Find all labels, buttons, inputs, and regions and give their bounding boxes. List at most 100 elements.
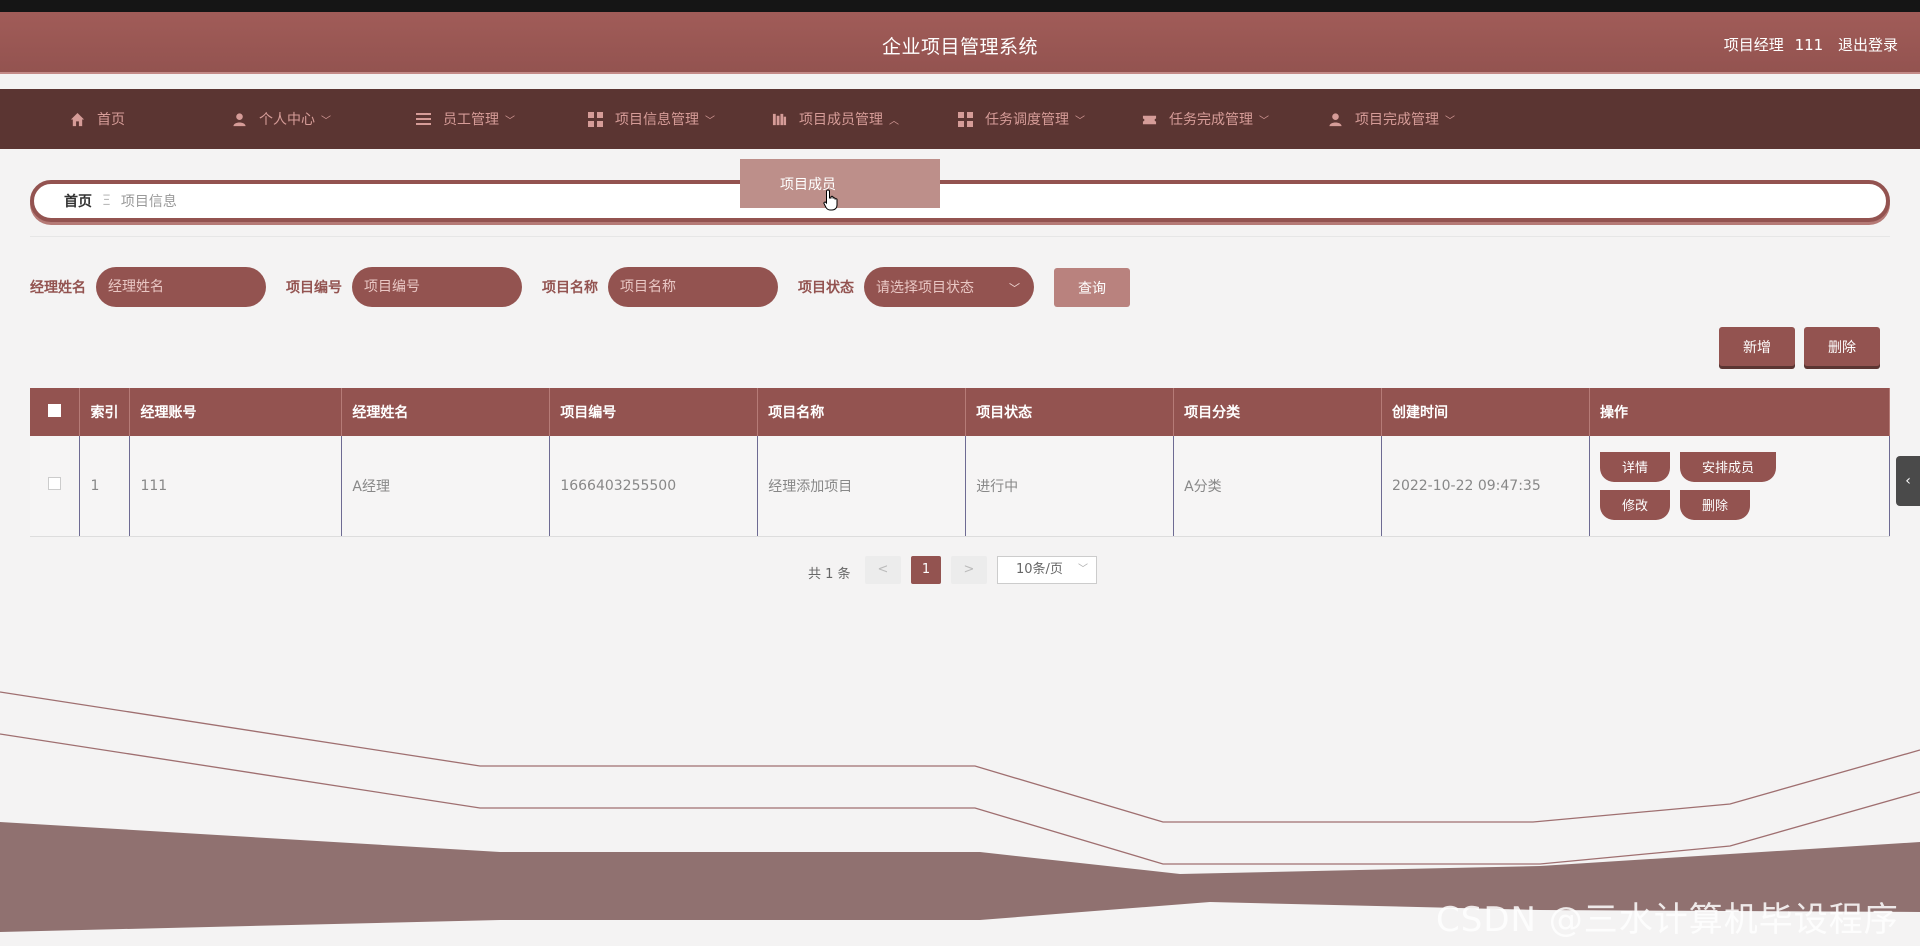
cell-project-no: 1666403255500 bbox=[549, 436, 759, 537]
chevron-down-icon: ﹀ bbox=[1009, 282, 1020, 295]
search-project-no: 项目编号 bbox=[286, 267, 522, 307]
manager-name-input[interactable] bbox=[96, 267, 266, 307]
ticket-icon bbox=[1142, 115, 1157, 124]
project-name-input[interactable] bbox=[608, 267, 778, 307]
arrange-members-button[interactable]: 安排成员 bbox=[1679, 451, 1776, 482]
nav-item-task-complete[interactable]: 任务完成管理 ﹀ bbox=[1142, 89, 1269, 149]
nav-label: 项目信息管理 bbox=[615, 112, 699, 128]
total-count: 共 1 条 bbox=[808, 567, 851, 582]
nav-label: 项目完成管理 bbox=[1355, 112, 1439, 128]
nav-item-task-dispatch[interactable]: 任务调度管理 ﹀ bbox=[958, 89, 1085, 149]
delete-button[interactable]: 删除 bbox=[1804, 327, 1880, 366]
nav-item-home[interactable]: 首页 bbox=[70, 89, 125, 149]
nav-item-project-members[interactable]: 项目成员管理 ︿ bbox=[772, 89, 899, 149]
query-button[interactable]: 查询 bbox=[1054, 268, 1130, 307]
page-size-select[interactable]: 10条/页 ﹀ bbox=[997, 556, 1097, 584]
col-manager-account: 经理账号 bbox=[129, 388, 343, 436]
nav-item-project-info[interactable]: 项目信息管理 ﹀ bbox=[588, 89, 715, 149]
edit-button[interactable]: 修改 bbox=[1599, 489, 1670, 520]
user-role: 项目经理 bbox=[1723, 36, 1784, 54]
col-ops: 操作 bbox=[1589, 388, 1891, 436]
breadcrumb: 首页 Ξ 项目信息 bbox=[30, 180, 1890, 222]
nav-label: 项目成员管理 bbox=[799, 112, 883, 128]
page-1-button[interactable]: 1 bbox=[911, 556, 941, 584]
user-icon bbox=[1329, 112, 1342, 126]
user-area: 项目经理 111 退出登录 bbox=[1714, 34, 1898, 55]
nav-item-personal[interactable]: 个人中心 ﹀ bbox=[232, 89, 331, 149]
prev-page-button[interactable]: < bbox=[865, 556, 901, 584]
cell-index: 1 bbox=[79, 436, 131, 537]
cell-created: 2022-10-22 09:47:35 bbox=[1381, 436, 1590, 537]
col-status: 项目状态 bbox=[965, 388, 1175, 436]
row-delete-button[interactable]: 删除 bbox=[1679, 489, 1750, 520]
row-actions: 详情 安排成员 修改 删除 bbox=[1599, 451, 1800, 520]
cell-status: 进行中 bbox=[965, 436, 1175, 537]
nav-item-staff[interactable]: 员工管理 ﹀ bbox=[416, 89, 515, 149]
hand-cursor-icon bbox=[823, 189, 838, 211]
search-project-name: 项目名称 bbox=[542, 267, 778, 307]
logout-link[interactable]: 退出登录 bbox=[1838, 36, 1898, 54]
project-name-label: 项目名称 bbox=[542, 280, 598, 296]
col-index: 索引 bbox=[79, 388, 131, 436]
nav-item-project-complete[interactable]: 项目完成管理 ﹀ bbox=[1328, 89, 1455, 149]
project-no-input[interactable] bbox=[352, 267, 522, 307]
chevron-down-icon: ﹀ bbox=[1445, 115, 1455, 127]
app-header: 企业项目管理系统 项目经理 111 退出登录 bbox=[0, 12, 1920, 74]
chevron-left-icon: ‹ bbox=[1905, 473, 1911, 489]
grid-icon bbox=[958, 111, 973, 127]
table-row: 1 111 A经理 1666403255500 经理添加项目 进行中 A分类 2… bbox=[30, 436, 1891, 537]
page-size-value: 10条/页 bbox=[1016, 562, 1063, 577]
search-manager-name: 经理姓名 bbox=[30, 267, 266, 307]
manager-name-label: 经理姓名 bbox=[30, 280, 86, 296]
col-category: 项目分类 bbox=[1173, 388, 1383, 436]
col-created: 创建时间 bbox=[1381, 388, 1590, 436]
cell-manager-name: A经理 bbox=[341, 436, 551, 537]
breadcrumb-home[interactable]: 首页 bbox=[64, 191, 92, 211]
cell-project-name: 经理添加项目 bbox=[757, 436, 967, 537]
detail-button[interactable]: 详情 bbox=[1599, 451, 1670, 482]
user-id: 111 bbox=[1794, 36, 1824, 54]
project-table: 索引 经理账号 经理姓名 项目编号 项目名称 项目状态 项目分类 创建时间 操作… bbox=[30, 388, 1891, 537]
col-manager-name: 经理姓名 bbox=[341, 388, 551, 436]
divider bbox=[30, 236, 1890, 237]
cell-ops: 详情 安排成员 修改 删除 bbox=[1589, 436, 1891, 537]
cell-manager-account: 111 bbox=[129, 436, 343, 537]
project-no-label: 项目编号 bbox=[286, 280, 342, 296]
side-collapse-tab[interactable]: ‹ bbox=[1896, 456, 1920, 506]
window-top-strip bbox=[0, 0, 1920, 12]
search-status: 项目状态 请选择项目状态 ﹀ bbox=[798, 267, 1034, 307]
row-select-cell bbox=[30, 436, 81, 537]
app-title: 企业项目管理系统 bbox=[881, 36, 1038, 58]
chevron-down-icon: ﹀ bbox=[505, 115, 515, 127]
table-header-row: 索引 经理账号 经理姓名 项目编号 项目名称 项目状态 项目分类 创建时间 操作 bbox=[30, 388, 1891, 436]
nav-label: 任务调度管理 bbox=[985, 112, 1069, 128]
add-button[interactable]: 新增 bbox=[1719, 327, 1795, 366]
dropdown-item-project-members[interactable]: 项目成员 bbox=[740, 159, 940, 208]
cell-category: A分类 bbox=[1173, 436, 1383, 537]
breadcrumb-current: 项目信息 bbox=[120, 194, 177, 210]
status-select[interactable]: 请选择项目状态 ﹀ bbox=[864, 267, 1034, 307]
chevron-up-icon: ︿ bbox=[889, 115, 899, 127]
chevron-down-icon: ﹀ bbox=[321, 115, 331, 127]
breadcrumb-separator: Ξ bbox=[102, 193, 111, 209]
status-label: 项目状态 bbox=[798, 280, 854, 296]
grid-icon bbox=[588, 111, 603, 127]
books-icon bbox=[772, 113, 787, 125]
nav-label: 任务完成管理 bbox=[1169, 112, 1253, 128]
next-page-button[interactable]: > bbox=[951, 556, 987, 584]
main-nav: 首页 个人中心 ﹀ 员工管理 ﹀ 项目信息管理 ﹀ 项目成员管理 ︿ 任务调度管… bbox=[0, 89, 1920, 149]
chevron-down-icon: ﹀ bbox=[705, 115, 715, 127]
user-icon bbox=[233, 112, 246, 126]
nav-label: 个人中心 bbox=[259, 112, 315, 128]
col-project-no: 项目编号 bbox=[549, 388, 759, 436]
nav-label: 首页 bbox=[97, 112, 125, 128]
home-icon bbox=[70, 112, 85, 126]
nav-label: 员工管理 bbox=[443, 112, 499, 128]
chevron-down-icon: ﹀ bbox=[1075, 115, 1085, 127]
pagination: 共 1 条 < 1 > 10条/页 ﹀ bbox=[0, 556, 1920, 586]
csdn-watermark: CSDN @三水计算机毕设程序 bbox=[1436, 900, 1899, 940]
row-checkbox[interactable] bbox=[48, 477, 62, 491]
menu-icon bbox=[416, 111, 431, 127]
select-all-checkbox[interactable] bbox=[48, 403, 62, 417]
chevron-down-icon: ﹀ bbox=[1259, 115, 1269, 127]
